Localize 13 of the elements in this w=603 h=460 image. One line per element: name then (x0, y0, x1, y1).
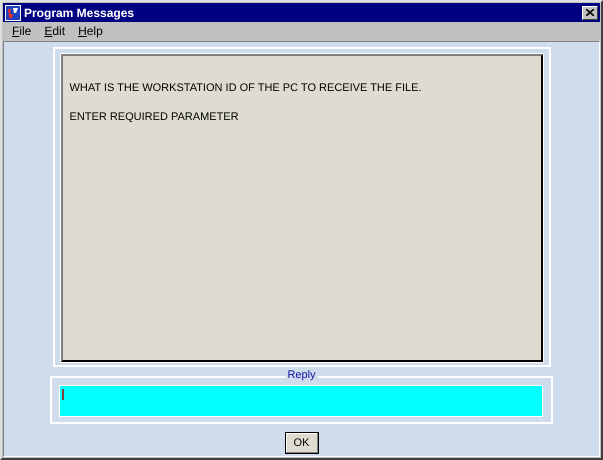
ok-button[interactable]: OK (284, 432, 318, 454)
menu-item[interactable]: File (6, 24, 38, 38)
close-button[interactable] (582, 6, 598, 20)
menu-item[interactable]: Edit (38, 24, 72, 38)
menu-item[interactable]: Help (72, 24, 110, 38)
reply-field[interactable] (59, 385, 543, 417)
app-icon (5, 4, 21, 20)
window-title: Program Messages (24, 6, 136, 20)
text-cursor (62, 389, 64, 400)
reply-label: Reply (285, 369, 318, 381)
message-text: WHAT IS THE WORKSTATION ID OF THE PC TO RECEIVE THE FILE. (70, 82, 423, 94)
close-icon (586, 9, 594, 16)
message-text: ENTER REQUIRED PARAMETER (70, 111, 240, 123)
